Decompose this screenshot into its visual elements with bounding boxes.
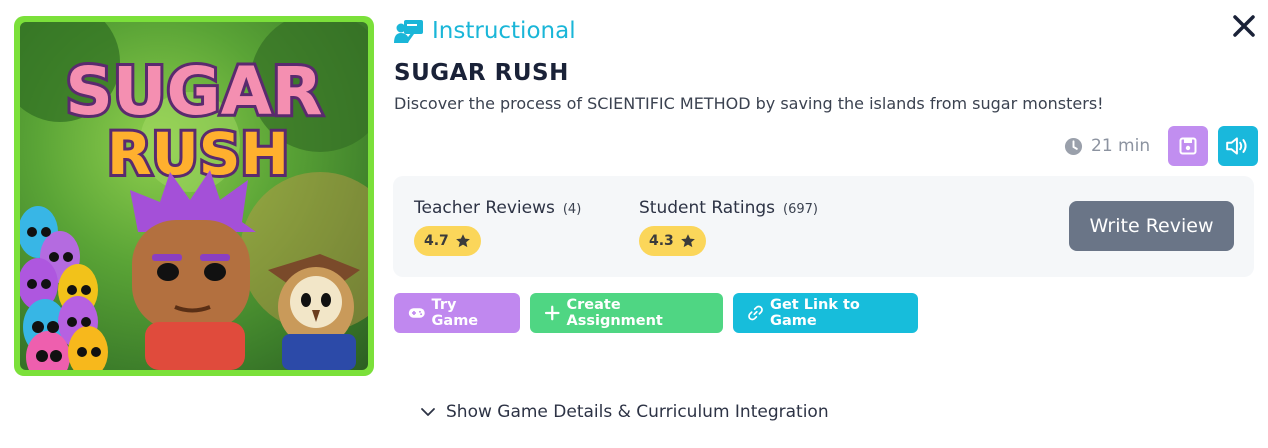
create-assignment-button[interactable]: Create Assignment xyxy=(530,293,723,333)
teacher-reviews-label: Teacher Reviews xyxy=(414,198,555,218)
game-art-illustration: SUGAR RUSH xyxy=(20,22,368,370)
teacher-reviews: Teacher Reviews (4) 4.7 xyxy=(414,198,581,256)
write-review-button[interactable]: Write Review xyxy=(1069,201,1234,251)
game-thumbnail-art: SUGAR RUSH xyxy=(20,22,368,370)
sound-button[interactable] xyxy=(1218,126,1259,166)
save-icon xyxy=(1179,137,1197,155)
logo-text-line2: RUSH xyxy=(107,120,289,188)
star-icon xyxy=(680,234,695,248)
game-description: Discover the process of SCIENTIFIC METHO… xyxy=(394,94,1104,113)
student-ratings: Student Ratings (697) 4.3 xyxy=(639,198,818,256)
student-ratings-count: (697) xyxy=(783,202,818,217)
create-assignment-label: Create Assignment xyxy=(566,297,663,329)
reviews-panel: Teacher Reviews (4) 4.7 Student Ratings (6… xyxy=(393,176,1254,277)
teacher-rating-badge: 4.7 xyxy=(414,226,481,256)
action-buttons: Try Game Create Assignment Get Link to G… xyxy=(394,293,918,333)
clock-icon xyxy=(1064,137,1083,155)
sound-icon xyxy=(1226,137,1247,155)
duration-label: 21 min xyxy=(1091,136,1151,156)
chevron-down-icon xyxy=(421,408,435,416)
get-link-label: Get Link to Game xyxy=(770,297,860,329)
student-rating-value: 4.3 xyxy=(649,233,674,249)
close-icon xyxy=(1233,15,1255,37)
save-button[interactable] xyxy=(1168,126,1209,166)
teacher-reviews-count: (4) xyxy=(562,202,582,217)
logo-text-line1: SUGAR xyxy=(65,53,322,130)
game-meta-row: 21 min xyxy=(1064,126,1259,166)
student-rating-badge: 4.3 xyxy=(639,226,706,256)
star-icon xyxy=(455,234,470,248)
duration: 21 min xyxy=(1064,136,1150,156)
teacher-rating-value: 4.7 xyxy=(424,233,449,249)
show-details-label: Show Game Details & Curriculum Integrati… xyxy=(446,402,829,422)
get-link-button[interactable]: Get Link to Game xyxy=(733,293,918,333)
game-title: SUGAR RUSH xyxy=(394,60,569,86)
game-thumbnail: SUGAR RUSH xyxy=(14,16,374,376)
try-game-label: Try Game xyxy=(431,297,479,329)
gamepad-icon xyxy=(408,308,425,318)
plus-icon xyxy=(544,305,560,321)
close-button[interactable] xyxy=(1230,12,1258,40)
student-ratings-label: Student Ratings xyxy=(639,198,775,218)
try-game-button[interactable]: Try Game xyxy=(394,293,520,333)
show-details-toggle[interactable]: Show Game Details & Curriculum Integrati… xyxy=(420,402,829,422)
game-category: Instructional xyxy=(394,18,576,44)
link-icon xyxy=(748,305,763,321)
teacher-board-icon xyxy=(394,20,423,43)
category-label: Instructional xyxy=(432,18,576,44)
